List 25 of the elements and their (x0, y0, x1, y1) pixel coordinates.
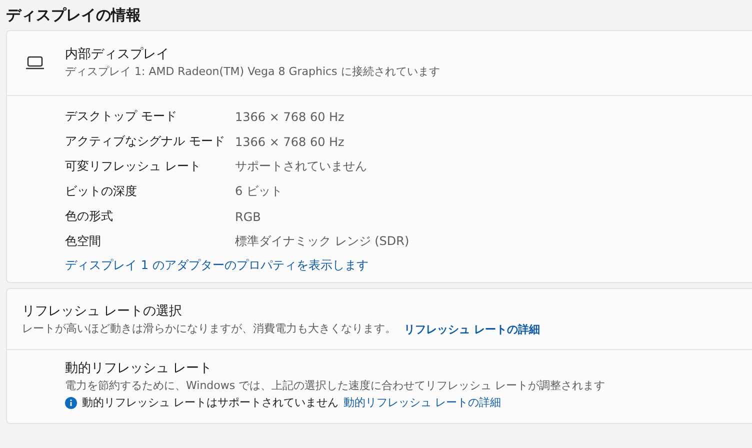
display-name: 内部ディスプレイ (65, 46, 170, 64)
property-value: サポートされていません (235, 158, 367, 175)
laptop-icon (25, 56, 45, 70)
property-label: 可変リフレッシュ レート (65, 158, 202, 175)
property-value: 6 ビット (235, 183, 282, 200)
refresh-rate-title: リフレッシュ レートの選択 (22, 303, 184, 321)
property-value: 1366 × 768 60 Hz (235, 134, 344, 148)
property-value: RGB (235, 210, 261, 224)
info-icon (65, 396, 77, 408)
dynamic-refresh-title: 動的リフレッシュ レート (65, 360, 214, 378)
property-label: アクティブなシグナル モード (65, 133, 226, 150)
adapter-properties-link[interactable]: ディスプレイ 1 のアダプターのプロパティを表示します (65, 254, 368, 276)
property-label: 色空間 (65, 233, 102, 250)
dynamic-refresh-link[interactable]: 動的リフレッシュ レートの詳細 (344, 394, 501, 411)
property-value: 1366 × 768 60 Hz (235, 110, 344, 124)
property-label: デスクトップ モード (65, 108, 178, 125)
property-label: ビットの深度 (65, 183, 138, 200)
display-connection: ディスプレイ 1: AMD Radeon(TM) Vega 8 Graphics に接続されています (65, 64, 440, 80)
refresh-rate-link[interactable]: リフレッシュ レートの詳細 (404, 322, 540, 336)
refresh-rate-description: レートが高いほど動きは滑らかになりますが、消費電力も大きくなります。 (22, 321, 396, 337)
page-title: ディスプレイの情報 (5, 5, 142, 26)
property-value: 標準ダイナミック レンジ (SDR) (235, 233, 410, 250)
dynamic-refresh-description: 電力を節約するために、Windows では、上記の選択した速度に合わせてリフレッシュ レートが調整されます (65, 378, 606, 394)
property-label: 色の形式 (65, 208, 114, 225)
dynamic-refresh-notice: 動的リフレッシュ レートはサポートされていません (82, 395, 338, 411)
